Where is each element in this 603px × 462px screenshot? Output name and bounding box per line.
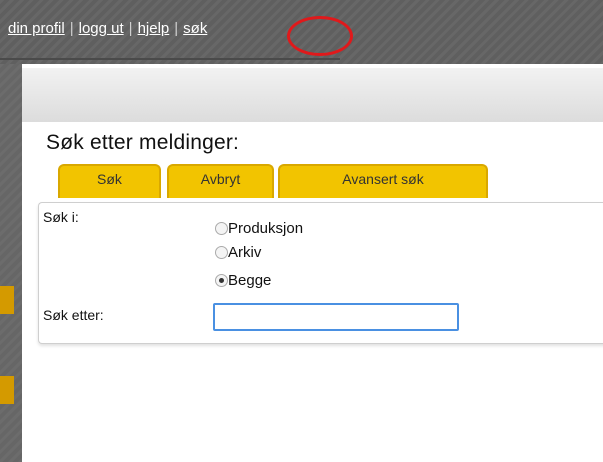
separator: | — [128, 20, 133, 37]
main-content: Søk etter meldinger: Søk Avbryt Avansert… — [22, 122, 603, 462]
top-navigation-bar: din profil | logg ut | hjelp | søk — [0, 0, 603, 64]
search-link[interactable]: søk — [183, 20, 207, 37]
tab-cancel[interactable]: Avbryt — [167, 164, 274, 198]
help-link[interactable]: hjelp — [138, 20, 170, 37]
top-links: din profil | logg ut | hjelp | søk — [8, 20, 207, 44]
radio-label: Begge — [228, 271, 272, 289]
radio-button-selected[interactable] — [215, 273, 228, 287]
separator: | — [69, 20, 74, 37]
topbar-divider — [0, 58, 340, 60]
left-sidebar — [0, 64, 22, 462]
radio-option-both[interactable]: Begge — [215, 269, 271, 291]
logout-link[interactable]: logg ut — [79, 20, 124, 37]
page-title: Søk etter meldinger: — [46, 131, 240, 154]
radio-option-production[interactable]: Produksjon — [215, 217, 303, 239]
radio-button[interactable] — [215, 245, 228, 259]
sidebar-tab-marker[interactable] — [0, 376, 14, 404]
sidebar-tab-marker[interactable] — [0, 286, 14, 314]
search-in-label: Søk i: — [43, 209, 79, 225]
radio-option-archive[interactable]: Arkiv — [215, 241, 261, 263]
search-form-panel: Søk i: Produksjon Arkiv Begge Søk etter: — [38, 202, 603, 344]
radio-label: Arkiv — [228, 243, 262, 261]
radio-label: Produksjon — [228, 219, 304, 237]
separator: | — [174, 20, 179, 37]
search-for-label: Søk etter: — [43, 307, 104, 323]
search-input[interactable] — [213, 303, 459, 331]
toolbar-strip — [22, 68, 603, 122]
profile-link[interactable]: din profil — [8, 20, 65, 37]
tab-advanced-search[interactable]: Avansert søk — [278, 164, 488, 198]
tab-search[interactable]: Søk — [58, 164, 161, 198]
radio-button[interactable] — [215, 221, 228, 235]
